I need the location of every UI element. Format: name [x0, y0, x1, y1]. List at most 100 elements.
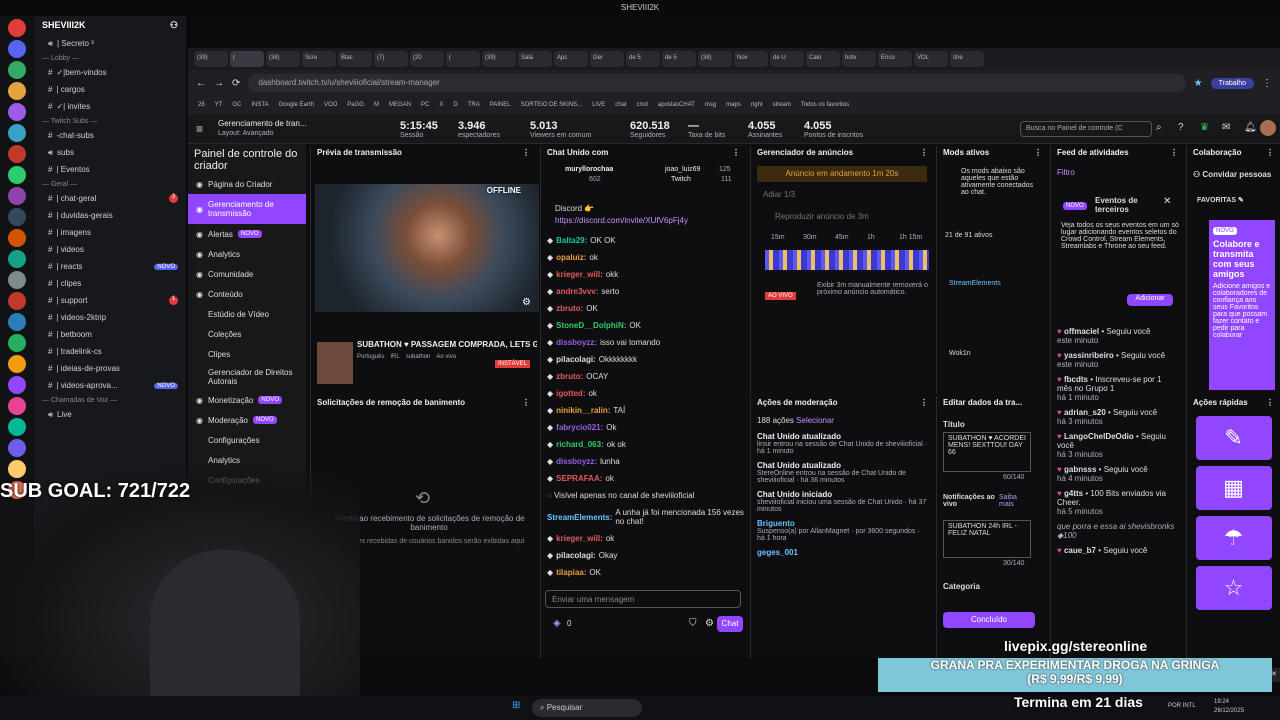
done-button[interactable]: Concluído: [943, 612, 1035, 628]
activity-user[interactable]: adrian_s20: [1064, 408, 1106, 417]
channel-item[interactable]: # | cargos: [34, 81, 186, 98]
chat-username[interactable]: igotted:: [556, 389, 585, 398]
server-icon[interactable]: [8, 124, 26, 142]
bookmark-item[interactable]: apostasCHAT: [658, 102, 695, 108]
chat-message[interactable]: ◆ pilacolagi: Okay: [541, 547, 745, 564]
bookmark-item[interactable]: YT: [215, 102, 223, 108]
activity-item[interactable]: ♥ offmaciel • Seguiu você este minuto: [1051, 324, 1183, 348]
sidebar-item[interactable]: ◉ Moderação NOVO: [188, 410, 306, 430]
chat-username[interactable]: richard_063:: [556, 440, 604, 449]
chat-username[interactable]: dissboyzz:: [556, 338, 597, 347]
panel-menu-icon[interactable]: ⋮: [920, 148, 928, 158]
chat-username[interactable]: zbruto:: [556, 304, 583, 313]
add-button[interactable]: Adicionar: [1127, 294, 1173, 306]
browser-tab[interactable]: Blac: [338, 51, 372, 67]
server-icon[interactable]: [8, 208, 26, 226]
channel-item[interactable]: # | clipes: [34, 275, 186, 292]
browser-tab[interactable]: she: [950, 51, 984, 67]
activity-item[interactable]: ♥ g4tts • 100 Bits enviados via Cheer. há…: [1051, 486, 1183, 519]
bookmark-item[interactable]: D: [453, 102, 457, 108]
activity-item[interactable]: ♥ adrian_s20 • Seguiu você há 3 minutos: [1051, 405, 1183, 429]
clip-quick-action[interactable]: ▦: [1195, 466, 1272, 510]
profile-button[interactable]: Trabalho: [1210, 77, 1254, 89]
chat-username[interactable]: pilacolagi:: [556, 551, 596, 560]
panel-menu-icon[interactable]: ⋮: [732, 148, 740, 158]
chat-message[interactable]: ◆ dissboyzz: isso vai tomando: [541, 334, 745, 351]
discord-link[interactable]: https://discord.com/invite/XUfV6pFj4y: [555, 216, 688, 225]
bookmark-item[interactable]: Todos os favoritos: [801, 102, 849, 108]
chat-message[interactable]: ◆ richard_063: ok ok: [541, 436, 745, 453]
channel-item[interactable]: # -chat-subs: [34, 127, 186, 144]
browser-tab[interactable]: (38): [698, 51, 732, 67]
panel-menu-icon[interactable]: ⋮: [522, 398, 530, 408]
chat-message[interactable]: ◆ SEPRAFAA: ok: [541, 470, 745, 487]
tag[interactable]: IRL: [390, 354, 399, 360]
crown-icon[interactable]: ♛: [1200, 122, 1209, 133]
panel-menu-icon[interactable]: ⋮: [1170, 148, 1178, 158]
bookmark-item[interactable]: maps: [726, 102, 741, 108]
channel-item[interactable]: 🔊︎ subs: [34, 144, 186, 161]
bookmark-item[interactable]: chat: [615, 102, 626, 108]
discord-server-name[interactable]: SHEVIII2K ⚇: [34, 16, 186, 35]
chat-message[interactable]: ◆ StoneD__DolphiN: OK: [541, 317, 745, 334]
chat-username[interactable]: tilapiaa:: [556, 568, 586, 577]
bookmark-item[interactable]: Google Earth: [279, 102, 314, 108]
bookmark-item[interactable]: M: [374, 102, 379, 108]
avatar[interactable]: [1260, 120, 1276, 136]
chat-message[interactable]: ◆ zbruto: OK: [541, 300, 745, 317]
browser-tab[interactable]: hotv: [842, 51, 876, 67]
chat-settings-icon[interactable]: ⚙: [705, 618, 714, 629]
close-icon[interactable]: ✕: [1271, 670, 1277, 678]
channel-item[interactable]: # | videos-2ktrip: [34, 309, 186, 326]
edit-quick-action[interactable]: ✎: [1195, 416, 1272, 460]
channel-item[interactable]: # | betboom: [34, 326, 186, 343]
chat-message[interactable]: ◆ igotted: ok: [541, 385, 745, 402]
server-icon[interactable]: [8, 334, 26, 352]
favorite-quick-action[interactable]: ☆: [1195, 566, 1272, 610]
mod-action-item[interactable]: Briguento Suspenso(a) por AllanMagnet · p…: [757, 519, 929, 542]
close-icon[interactable]: ✕: [1163, 196, 1171, 207]
sidebar-item[interactable]: ◉ Conteúdo: [188, 284, 306, 304]
bookmark-item[interactable]: PC: [421, 102, 429, 108]
server-icon[interactable]: [8, 145, 26, 163]
server-icon[interactable]: [8, 19, 26, 37]
sidebar-item[interactable]: Configurações: [188, 430, 306, 450]
bookmark-star-icon[interactable]: ★: [1194, 78, 1203, 89]
channel-item[interactable]: 🔊︎ | Secreto ³: [34, 35, 186, 52]
channel-item[interactable]: # | support 1: [34, 292, 186, 309]
chat-username[interactable]: StreamElements:: [547, 513, 612, 522]
hamburger-icon[interactable]: ≡: [196, 122, 203, 136]
bookmark-item[interactable]: stream: [772, 102, 790, 108]
bookmark-item[interactable]: PaGG: [347, 102, 364, 108]
sidebar-item[interactable]: ◉ Gerenciamento de transmissão: [188, 194, 306, 224]
sidebar-item[interactable]: Clipes: [188, 344, 306, 364]
learn-more-link[interactable]: Saiba mais: [999, 494, 1033, 508]
reload-icon[interactable]: ⟳: [232, 78, 240, 89]
chat-message[interactable]: ◆ krieger_will: okk: [541, 266, 745, 283]
browser-tab[interactable]: Apc: [554, 51, 588, 67]
browser-tab[interactable]: Salá: [518, 51, 552, 67]
page-title[interactable]: Gerenciamento de tran...: [218, 119, 313, 128]
bookmark-item[interactable]: GC: [232, 102, 241, 108]
chat-username[interactable]: opaluiz:: [556, 253, 586, 262]
windows-start-icon[interactable]: ⊞: [512, 700, 520, 711]
keyboard-lang[interactable]: POR INTL: [1168, 703, 1196, 709]
channel-category[interactable]: — Chamadas de Voz —: [34, 394, 186, 406]
server-icon[interactable]: [8, 166, 26, 184]
bookmark-item[interactable]: MEGAN: [389, 102, 411, 108]
bookmark-item[interactable]: cmd: [637, 102, 648, 108]
server-icon[interactable]: [8, 82, 26, 100]
channel-item[interactable]: # | tradelink-cs: [34, 343, 186, 360]
chat-username[interactable]: dissboyzz:: [556, 457, 597, 466]
activity-user[interactable]: g4tts: [1064, 489, 1083, 498]
channel-item[interactable]: # ✓| invites: [34, 98, 186, 115]
notifications-icon[interactable]: 🔔︎: [1244, 122, 1257, 133]
browser-tab[interactable]: de 5: [662, 51, 696, 67]
back-icon[interactable]: ←: [196, 78, 206, 89]
postpone-ad-button[interactable]: Adiar 1/3: [763, 190, 795, 199]
whispers-icon[interactable]: ✉: [1222, 122, 1230, 133]
bookmark-item[interactable]: INSTA: [251, 102, 268, 108]
browser-tab[interactable]: de 5: [626, 51, 660, 67]
sidebar-item[interactable]: Gerenciador de Direitos Autorais: [188, 364, 306, 390]
chat-username[interactable]: zbruto:: [556, 372, 583, 381]
